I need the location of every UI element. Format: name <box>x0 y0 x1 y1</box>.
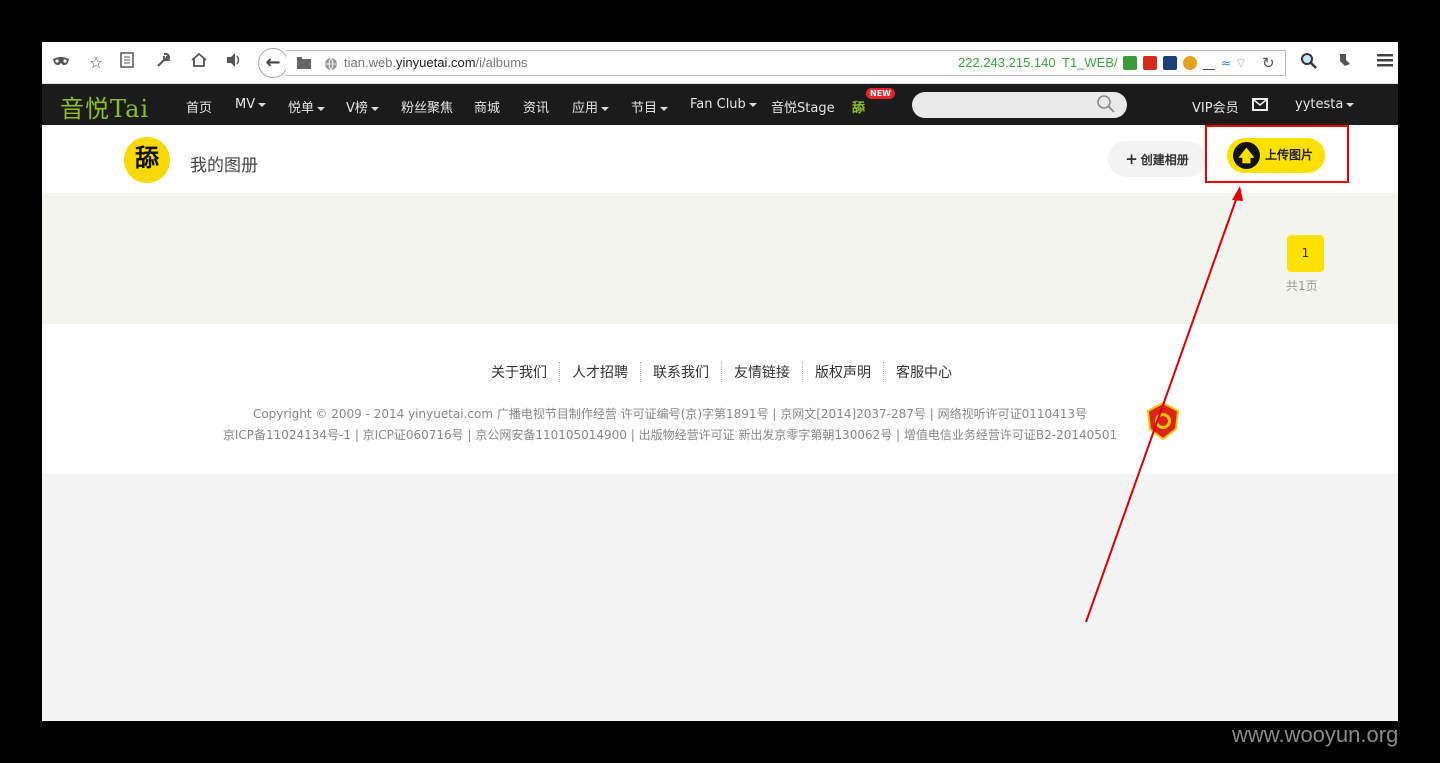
chevron-down-icon <box>660 106 669 111</box>
chevron-down-icon <box>317 106 326 111</box>
search-icon[interactable] <box>1298 52 1320 74</box>
speaker-icon[interactable] <box>223 52 245 74</box>
pagination-page-1[interactable]: 1 <box>1287 235 1324 272</box>
star-icon[interactable]: ☆ <box>85 52 107 74</box>
underline-icon: __ <box>1203 56 1215 70</box>
footer-links: 关于我们 人才招聘 联系我们 友情链接 版权声明 客服中心 <box>491 362 964 382</box>
nav-item-shop[interactable]: 商城 <box>474 97 500 116</box>
flag-icon <box>1143 56 1157 70</box>
server-label: T1_WEB/ <box>1062 55 1118 70</box>
target-icon[interactable] <box>1183 56 1197 70</box>
globe-icon <box>324 56 338 71</box>
browser-window: ☆ ← tian.web.yinyuetai.com/i/albums 222.… <box>42 42 1398 721</box>
footer-link-service[interactable]: 客服中心 <box>884 362 964 382</box>
browser-toolbar: ☆ ← tian.web.yinyuetai.com/i/albums 222.… <box>42 42 1398 84</box>
album-content: 1 共1页 <box>42 193 1398 324</box>
search-icon[interactable] <box>1096 94 1116 114</box>
address-bar[interactable]: tian.web.yinyuetai.com/i/albums 222.243.… <box>286 50 1286 76</box>
mask-icon[interactable] <box>50 52 72 74</box>
nav-item-yuedan[interactable]: 悦单 <box>288 97 326 116</box>
wrench-icon[interactable] <box>152 52 174 74</box>
dropdown-icon[interactable]: ▽ <box>1237 58 1245 69</box>
extension-icons: __ ≈ ▽ <box>1123 55 1245 71</box>
bookmark-icon[interactable] <box>1163 56 1177 70</box>
nav-item-vbang[interactable]: V榜 <box>346 97 379 116</box>
copyright-text: Copyright © 2009 - 2014 yinyuetai.com 广播… <box>222 407 1118 442</box>
nav-item-apps[interactable]: 应用 <box>572 97 610 116</box>
site-logo[interactable]: 音悦Tai <box>60 89 149 124</box>
nav-item-shows[interactable]: 节目 <box>631 97 669 116</box>
chevron-down-icon <box>601 106 610 111</box>
create-album-button[interactable]: + 创建相册 <box>1108 141 1206 177</box>
footer-link-contact[interactable]: 联系我们 <box>641 362 722 382</box>
tabs-icon[interactable] <box>296 55 312 69</box>
ext-icon[interactable] <box>1334 52 1356 74</box>
reload-icon[interactable]: ↻ <box>1262 54 1275 72</box>
site-footer: 关于我们 人才招聘 联系我们 友情链接 版权声明 客服中心 Copyright … <box>42 324 1398 474</box>
back-button[interactable]: ← <box>258 48 288 78</box>
footer-link-copyright[interactable]: 版权声明 <box>803 362 884 382</box>
plus-icon: + <box>1125 150 1138 168</box>
chevron-down-icon <box>258 102 267 107</box>
wave-icon: ≈ <box>1221 56 1232 70</box>
chevron-down-icon <box>748 102 757 107</box>
watermark: www.wooyun.org <box>1232 722 1399 747</box>
nav-item-fans[interactable]: 粉丝聚焦 <box>401 97 453 116</box>
chevron-down-icon <box>370 106 379 111</box>
police-badge-icon[interactable] <box>1145 401 1181 441</box>
shield-icon[interactable] <box>1123 56 1137 70</box>
footer-link-about[interactable]: 关于我们 <box>491 362 560 382</box>
avatar[interactable]: 舔 <box>124 137 170 183</box>
page-title: 我的图册 <box>190 156 258 176</box>
user-menu[interactable]: yytesta <box>1295 97 1355 112</box>
profile-header: 舔 我的图册 + 创建相册 <box>42 125 1398 193</box>
vip-link[interactable]: VIP会员 <box>1192 97 1239 116</box>
nav-item-news[interactable]: 资讯 <box>523 97 549 116</box>
footer-link-friends[interactable]: 友情链接 <box>722 362 803 382</box>
nav-item-stage[interactable]: 音悦Stage <box>771 97 835 116</box>
url-text: tian.web.yinyuetai.com/i/albums <box>344 55 528 70</box>
reader-icon[interactable] <box>116 52 138 74</box>
nav-item-mv[interactable]: MV <box>235 97 267 112</box>
site-search-input[interactable] <box>912 92 1127 118</box>
footer-link-jobs[interactable]: 人才招聘 <box>560 362 641 382</box>
home-icon[interactable] <box>188 52 210 74</box>
annotation-highlight-box <box>1205 125 1349 183</box>
nav-item-tian[interactable]: 舔 <box>852 97 865 116</box>
mail-icon[interactable] <box>1252 98 1268 111</box>
site-navbar: 音悦Tai 首页 MV 悦单 V榜 粉丝聚焦 商城 资讯 应用 节目 Fan C… <box>42 84 1398 125</box>
back-icon: ← <box>265 52 281 73</box>
pagination-total: 共1页 <box>1286 279 1318 293</box>
chevron-down-icon <box>1346 102 1355 107</box>
ip-address: 222.243.215.140 <box>958 55 1056 70</box>
nav-item-home[interactable]: 首页 <box>186 97 212 116</box>
nav-item-fanclub[interactable]: Fan Club <box>690 97 757 112</box>
new-badge: NEW <box>866 88 895 99</box>
menu-icon[interactable] <box>1374 52 1396 74</box>
